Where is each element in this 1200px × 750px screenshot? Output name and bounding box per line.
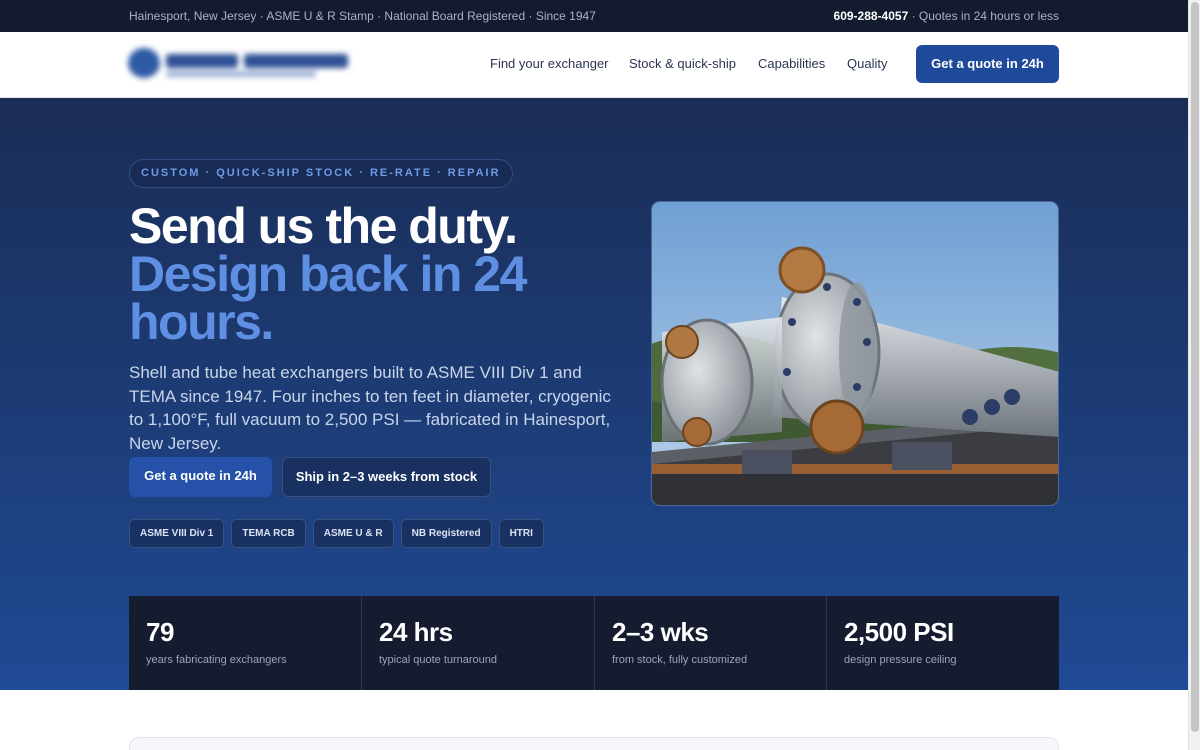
nav-find-exchanger[interactable]: Find your exchanger <box>490 56 609 71</box>
hero-eyebrow: CUSTOM · QUICK-SHIP STOCK · RE-RATE · RE… <box>129 159 513 188</box>
stat-value: 2–3 wks <box>612 617 709 647</box>
site-header: Find your exchanger Stock & quick-ship C… <box>0 32 1188 98</box>
stat-label: from stock, fully customized <box>612 654 748 666</box>
hero-photo-heat-exchangers <box>651 201 1059 506</box>
stat-label: years fabricating exchangers <box>146 654 287 666</box>
stat-turnaround: 24 hrs typical quote turnaround <box>361 596 593 690</box>
nav-quality[interactable]: Quality <box>847 56 887 71</box>
badge-nb-registered: NB Registered <box>400 519 492 548</box>
quote-promise: · Quotes in 24 hours or less <box>908 9 1059 23</box>
stat-years: 79 years fabricating exchangers <box>129 596 361 690</box>
utility-bar-contact: 609-288-4057 · Quotes in 24 hours or les… <box>834 9 1059 23</box>
scrollbar-thumb[interactable] <box>1191 2 1199 732</box>
nav-capabilities[interactable]: Capabilities <box>758 56 825 71</box>
hero-stock-button[interactable]: Ship in 2–3 weeks from stock <box>282 457 491 497</box>
logo-mark <box>128 48 160 78</box>
logo-wordmark <box>244 54 348 68</box>
hero-headline: Send us the duty. Design back in 24 hour… <box>129 198 609 350</box>
hero-lead: Shell and tube heat exchangers built to … <box>129 363 611 453</box>
phone-link[interactable]: 609-288-4057 <box>834 9 909 23</box>
company-logo[interactable] <box>126 45 352 79</box>
stat-label: typical quote turnaround <box>379 654 498 666</box>
page: Hainesport, New Jersey · ASME U & R Stam… <box>0 0 1188 750</box>
hero-section: CUSTOM · QUICK-SHIP STOCK · RE-RATE · RE… <box>0 98 1188 690</box>
utility-bar-credentials: Hainesport, New Jersey · ASME U & R Stam… <box>129 9 596 23</box>
hero-headline-line2: Design back in 24 hours. <box>129 246 527 350</box>
stat-lead-time: 2–3 wks from stock, fully customized <box>594 596 826 690</box>
stat-pressure: 2,500 PSI design pressure ceiling <box>826 596 1058 690</box>
badge-asme-viii: ASME VIII Div 1 <box>129 519 225 548</box>
header-quote-button[interactable]: Get a quote in 24h <box>916 45 1059 83</box>
logo-wordmark <box>166 54 238 68</box>
hero-headline-line1: Send us the duty. <box>129 198 518 254</box>
badge-asme-ur: ASME U & R <box>312 519 394 548</box>
stat-value: 2,500 PSI <box>844 617 954 647</box>
nav-stock-quick-ship[interactable]: Stock & quick-ship <box>629 56 736 71</box>
badge-tema: TEMA RCB <box>231 519 306 548</box>
certification-badges: ASME VIII Div 1 TEMA RCB ASME U & R NB Regi… <box>129 519 551 548</box>
stat-label: design pressure ceiling <box>844 654 957 666</box>
logo-tagline <box>166 71 316 77</box>
next-section-card <box>129 737 1059 750</box>
badge-htri: HTRI <box>498 519 544 548</box>
page-scrollbar[interactable] <box>1188 0 1200 750</box>
stats-strip: 79 years fabricating exchangers 24 hrs t… <box>129 596 1059 690</box>
hero-quote-button[interactable]: Get a quote in 24h <box>129 457 272 497</box>
stat-value: 24 hrs <box>379 617 453 647</box>
utility-bar: Hainesport, New Jersey · ASME U & R Stam… <box>0 0 1188 32</box>
heat-exchanger-illustration <box>652 202 1058 505</box>
stat-value: 79 <box>146 617 174 647</box>
